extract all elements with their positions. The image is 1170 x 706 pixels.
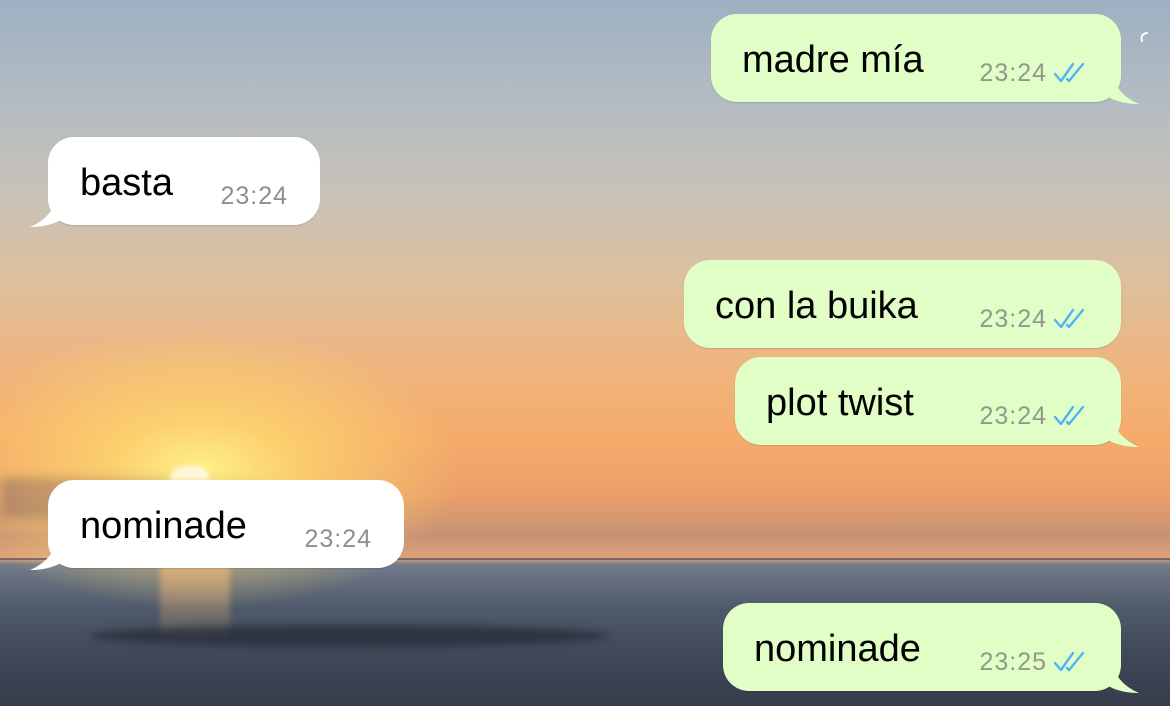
outgoing-message-bubble[interactable]: nominade 23:25 bbox=[723, 603, 1139, 693]
outgoing-message-bubble[interactable]: madre mía 23:24 bbox=[711, 14, 1139, 104]
message-text: con la buika bbox=[715, 285, 918, 327]
bubble-tail bbox=[30, 193, 68, 227]
message-meta: 23:24 bbox=[220, 181, 288, 211]
message-timestamp: 23:24 bbox=[304, 525, 372, 553]
chat-wallpaper-sunset-image bbox=[0, 0, 1170, 706]
message-timestamp: 23:24 bbox=[979, 305, 1047, 333]
incoming-message-bubble[interactable]: basta 23:24 bbox=[30, 137, 320, 227]
bubble-tail bbox=[1101, 70, 1139, 104]
bubble-tail bbox=[1101, 413, 1139, 447]
read-double-check-icon bbox=[1053, 651, 1085, 672]
read-double-check-icon bbox=[1053, 62, 1085, 83]
wallpaper-wave bbox=[90, 625, 610, 647]
message-meta: 23:24 bbox=[979, 304, 1089, 334]
read-double-check-icon bbox=[1053, 405, 1085, 426]
message-meta: 23:24 bbox=[979, 58, 1089, 88]
wallpaper-sun bbox=[170, 466, 210, 480]
incoming-message-bubble[interactable]: nominade 23:24 bbox=[30, 480, 404, 570]
message-text: nominade bbox=[80, 505, 247, 547]
outgoing-message-bubble[interactable]: plot twist 23:24 bbox=[735, 357, 1139, 447]
message-timestamp: 23:24 bbox=[220, 182, 288, 210]
message-timestamp: 23:24 bbox=[979, 59, 1047, 87]
outgoing-message-bubble[interactable]: con la buika 23:24 bbox=[684, 260, 1121, 348]
bubble-tail bbox=[1101, 659, 1139, 693]
message-meta: 23:24 bbox=[304, 524, 372, 554]
message-timestamp: 23:24 bbox=[979, 402, 1047, 430]
message-meta: 23:25 bbox=[979, 647, 1089, 677]
message-text: plot twist bbox=[766, 382, 914, 424]
message-meta: 23:24 bbox=[979, 401, 1089, 431]
bubble-tail bbox=[30, 536, 68, 570]
read-double-check-icon bbox=[1053, 308, 1085, 329]
message-timestamp: 23:25 bbox=[979, 648, 1047, 676]
message-text: madre mía bbox=[742, 39, 924, 81]
partial-icon bbox=[1140, 32, 1148, 42]
message-text: basta bbox=[80, 162, 173, 204]
message-text: nominade bbox=[754, 628, 921, 670]
